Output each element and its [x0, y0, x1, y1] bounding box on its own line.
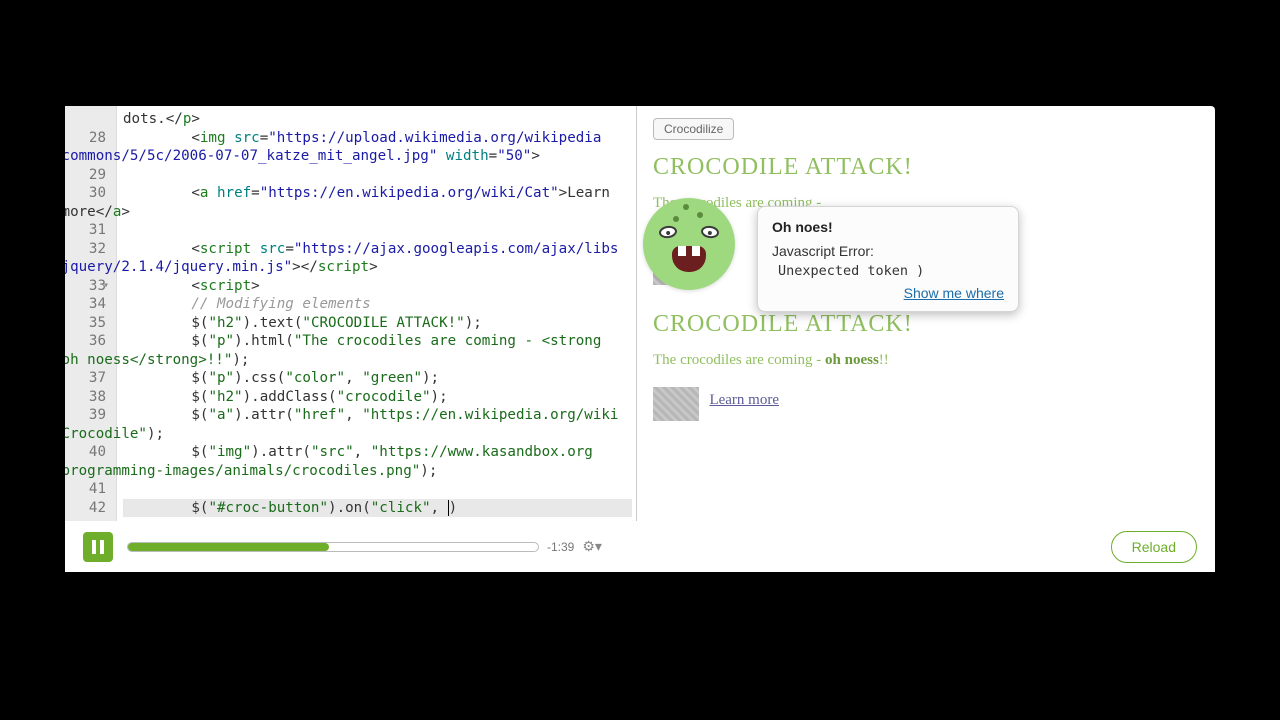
- code-line[interactable]: [123, 221, 632, 240]
- fold-toggle-icon[interactable]: ▾: [103, 277, 109, 296]
- settings-gear-icon[interactable]: ⚙▾: [582, 538, 602, 555]
- line-number: 32: [65, 240, 106, 259]
- line-gutter: 28 2930 3132 33343536 373839 40 4142: [65, 106, 117, 521]
- code-line[interactable]: [123, 166, 632, 185]
- code-line[interactable]: // Modifying elements: [123, 295, 632, 314]
- line-number: 38: [65, 388, 106, 407]
- preview-paragraph-2: The crocodiles are coming - oh noess!!: [653, 352, 1199, 369]
- code-line[interactable]: [123, 480, 632, 499]
- code-line[interactable]: $("p").html("The crocodiles are coming -…: [123, 332, 632, 351]
- code-area[interactable]: dots.</p> <img src="https://upload.wikim…: [117, 106, 636, 521]
- progress-fill: [128, 543, 329, 551]
- line-number: 33: [65, 277, 106, 296]
- main-split: 28 2930 3132 33343536 373839 40 4142 dots.</p>…: [65, 106, 1215, 521]
- code-line[interactable]: /Crocodile");: [65, 425, 632, 444]
- line-number: 28: [65, 129, 106, 148]
- code-line[interactable]: /programming-images/animals/crocodiles.p…: [65, 462, 632, 481]
- error-message: Unexpected token ): [778, 263, 1004, 279]
- code-line[interactable]: >oh noess</strong>!!");: [65, 351, 632, 370]
- line-number: 39: [65, 406, 106, 425]
- line-number: 42: [65, 499, 106, 518]
- preview-row-2: Learn more: [653, 379, 1199, 421]
- line-number: 30: [65, 184, 106, 203]
- code-line[interactable]: $("#croc-button").on("click", ): [123, 499, 632, 518]
- code-line[interactable]: $("h2").addClass("crocodile");: [123, 388, 632, 407]
- progress-track[interactable]: [127, 542, 539, 552]
- code-line[interactable]: <script>: [123, 277, 632, 296]
- time-remaining: -1:39: [547, 540, 574, 554]
- para2-strong: oh noess: [825, 352, 879, 368]
- line-number: 37: [65, 369, 106, 388]
- preview-image-2: [653, 387, 699, 421]
- preview-heading-2: CROCODILE ATTACK!: [653, 311, 1199, 338]
- code-line[interactable]: dots.</p>: [123, 110, 632, 129]
- para2-prefix: The crocodiles are coming -: [653, 352, 825, 368]
- line-number: 35: [65, 314, 106, 333]
- line-number: [65, 110, 106, 129]
- preview-heading-1: CROCODILE ATTACK!: [653, 154, 1199, 181]
- learn-more-link[interactable]: Learn more: [709, 392, 779, 408]
- code-line[interactable]: $("p").css("color", "green");: [123, 369, 632, 388]
- code-line[interactable]: /jquery/2.1.4/jquery.min.js"></script>: [65, 258, 632, 277]
- code-line[interactable]: /commons/5/5c/2006-07-07_katze_mit_angel…: [65, 147, 632, 166]
- code-line[interactable]: more</a>: [65, 203, 632, 222]
- output-preview: Crocodilize CROCODILE ATTACK! The crocod…: [637, 106, 1215, 521]
- code-line[interactable]: <a href="https://en.wikipedia.org/wiki/C…: [123, 184, 632, 203]
- error-title: Oh noes!: [772, 219, 1004, 235]
- code-line[interactable]: <script src="https://ajax.googleapis.com…: [123, 240, 632, 259]
- line-number: 34: [65, 295, 106, 314]
- para2-suffix: !!: [879, 352, 889, 368]
- show-me-where-link[interactable]: Show me where: [772, 285, 1004, 301]
- code-line[interactable]: <img src="https://upload.wikimedia.org/w…: [123, 129, 632, 148]
- code-editor[interactable]: 28 2930 3132 33343536 373839 40 4142 dots.</p>…: [65, 106, 637, 521]
- line-number: 31: [65, 221, 106, 240]
- line-number: 36: [65, 332, 106, 351]
- crocodilize-button[interactable]: Crocodilize: [653, 118, 734, 140]
- app-window: 28 2930 3132 33343536 373839 40 4142 dots.</p>…: [65, 106, 1215, 572]
- line-number: 29: [65, 166, 106, 185]
- error-subtitle: Javascript Error:: [772, 243, 1004, 259]
- code-line[interactable]: $("a").attr("href", "https://en.wikipedi…: [123, 406, 632, 425]
- error-popup: Oh noes! Javascript Error: Unexpected to…: [757, 206, 1019, 312]
- code-line[interactable]: $("img").attr("src", "https://www.kasand…: [123, 443, 632, 462]
- pause-button[interactable]: [83, 532, 113, 562]
- playback-controls: -1:39 ⚙▾ Reload: [65, 521, 1215, 572]
- line-number: 41: [65, 480, 106, 499]
- code-line[interactable]: $("h2").text("CROCODILE ATTACK!");: [123, 314, 632, 333]
- ohnoes-character: [643, 198, 743, 298]
- line-number: 40: [65, 443, 106, 462]
- reload-button[interactable]: Reload: [1111, 531, 1197, 563]
